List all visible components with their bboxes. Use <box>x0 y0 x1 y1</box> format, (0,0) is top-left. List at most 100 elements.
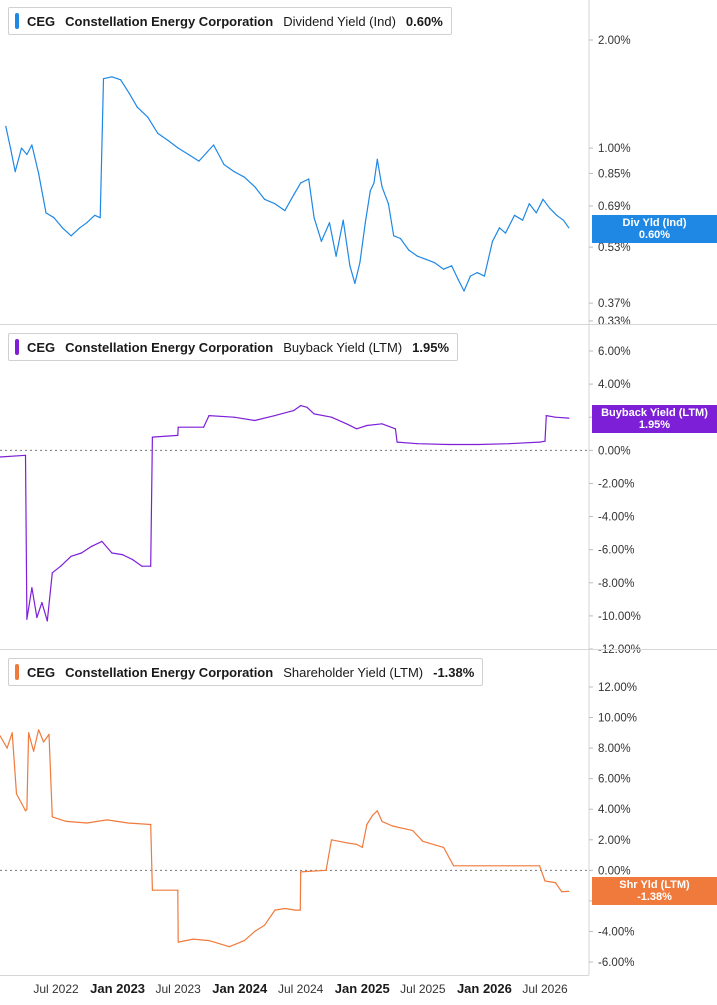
panel-dividend: 2.00% 1.00% 0.85% 0.69% 0.53% 0.37% 0.33% <box>5 0 631 328</box>
data-point-dividend <box>274 203 276 205</box>
data-point-dividend <box>243 176 245 178</box>
data-point-shareholder <box>192 938 194 940</box>
data-point-shareholder <box>554 882 557 884</box>
data-point-dividend <box>425 258 427 260</box>
data-point-buyback <box>24 454 27 456</box>
legend-color-bar <box>15 664 19 680</box>
x-tick-label: Jul 2025 <box>400 982 446 996</box>
y-tick-label: 0.69% <box>598 201 631 213</box>
data-point-buyback <box>70 555 72 557</box>
data-point-shareholder <box>177 941 179 943</box>
data-point-shareholder <box>356 843 358 846</box>
data-point-buyback <box>132 559 134 561</box>
data-point-shareholder <box>38 729 40 731</box>
data-point-shareholder <box>86 822 88 824</box>
data-point-buyback <box>60 565 62 567</box>
charts-canvas: 2.00% 1.00% 0.85% 0.69% 0.53% 0.37% 0.33% 6.00… <box>0 0 717 996</box>
data-point-buyback <box>31 587 33 589</box>
data-point-shareholder <box>15 793 18 795</box>
x-tick-label: Jan 2024 <box>212 981 268 996</box>
data-point-buyback <box>478 443 480 446</box>
data-point-buyback <box>545 415 547 417</box>
data-point-buyback <box>544 440 546 442</box>
y-tick-label: -4.00% <box>598 926 634 938</box>
last-value-badge-dividend: Div Yld (Ind) 0.60% <box>592 215 717 243</box>
y-tick-label: 1.00% <box>598 143 631 155</box>
data-point-buyback <box>203 426 205 428</box>
data-point-dividend <box>328 222 331 224</box>
data-point-dividend <box>26 153 28 156</box>
data-point-dividend <box>457 279 459 281</box>
data-point-buyback <box>150 565 152 567</box>
y-tick-label: -6.00% <box>598 957 634 969</box>
data-point-dividend <box>99 217 101 219</box>
legend-metric: Buyback Yield (LTM) <box>283 339 403 355</box>
data-point-dividend <box>522 219 524 221</box>
legend-color-bar <box>15 13 19 29</box>
data-point-shareholder <box>274 909 276 911</box>
data-point-shareholder <box>330 839 333 841</box>
data-point-shareholder <box>376 810 378 812</box>
data-point-dividend <box>177 147 179 149</box>
y-tick-label: 6.00% <box>598 774 631 786</box>
y-tick-label: 2.00% <box>598 835 631 847</box>
data-point-dividend <box>549 207 551 209</box>
data-point-dividend <box>469 275 471 277</box>
data-point-buyback <box>330 416 333 418</box>
data-point-dividend <box>513 214 516 216</box>
data-point-shareholder <box>228 946 230 948</box>
last-value-badge-shareholder: Shr Yld (LTM) -1.38% <box>592 877 717 905</box>
data-point-dividend <box>354 282 356 284</box>
legend-company: Constellation Energy Corporation <box>65 13 274 29</box>
x-tick-label: Jan 2023 <box>90 981 145 996</box>
data-point-buyback <box>36 616 38 619</box>
data-point-shareholder <box>361 846 363 849</box>
data-point-dividend <box>38 172 40 174</box>
data-point-buyback <box>141 565 143 567</box>
data-point-buyback <box>539 441 541 443</box>
data-point-buyback <box>254 419 256 422</box>
data-point-dividend <box>416 255 419 257</box>
legend-value: 1.95% <box>412 339 450 355</box>
data-point-dividend <box>369 190 371 192</box>
y-tick-label: 0.37% <box>598 298 631 310</box>
data-point-dividend <box>376 158 378 160</box>
data-point-dividend <box>187 153 190 156</box>
data-point-dividend <box>393 235 395 237</box>
data-point-dividend <box>128 92 130 94</box>
data-point-dividend <box>542 198 544 200</box>
data-point-shareholder <box>26 808 28 810</box>
data-point-dividend <box>568 227 570 229</box>
y-tick-label: -2.00% <box>598 478 634 490</box>
series-line-dividend <box>5 76 570 292</box>
data-point-dividend <box>504 232 507 234</box>
data-point-dividend <box>5 125 7 127</box>
badge-value: -1.38% <box>637 891 672 903</box>
y-tick-label: 0.00% <box>598 445 631 457</box>
data-point-shareholder <box>568 890 570 893</box>
data-point-dividend <box>535 212 537 214</box>
data-point-buyback <box>274 415 276 417</box>
data-point-dividend <box>147 116 149 118</box>
data-point-shareholder <box>177 889 179 891</box>
data-point-shareholder <box>294 909 296 911</box>
data-point-shareholder <box>539 865 541 867</box>
data-point-shareholder <box>263 924 266 926</box>
data-point-buyback <box>300 405 302 407</box>
legend-color-bar <box>15 339 19 355</box>
data-point-dividend <box>491 240 494 242</box>
y-ticks-buyback: 6.00%4.00%2.00%0.00%-2.00%-4.00%-6.00%-8… <box>589 346 641 656</box>
y-tick-label: -4.00% <box>598 512 634 524</box>
data-point-dividend <box>14 171 16 173</box>
data-point-shareholder <box>473 865 475 867</box>
data-point-dividend <box>263 198 266 200</box>
badge-value: 1.95% <box>638 419 671 431</box>
y-tick-label: -10.00% <box>598 611 641 623</box>
y-tick-label: 0.85% <box>598 168 631 180</box>
y-tick-label: 0.00% <box>598 865 631 877</box>
data-point-buyback <box>80 552 82 554</box>
data-point-buyback <box>233 416 235 418</box>
data-point-shareholder <box>33 750 35 752</box>
data-point-shareholder <box>6 747 8 749</box>
legend-metric: Dividend Yield (Ind) <box>283 13 396 29</box>
